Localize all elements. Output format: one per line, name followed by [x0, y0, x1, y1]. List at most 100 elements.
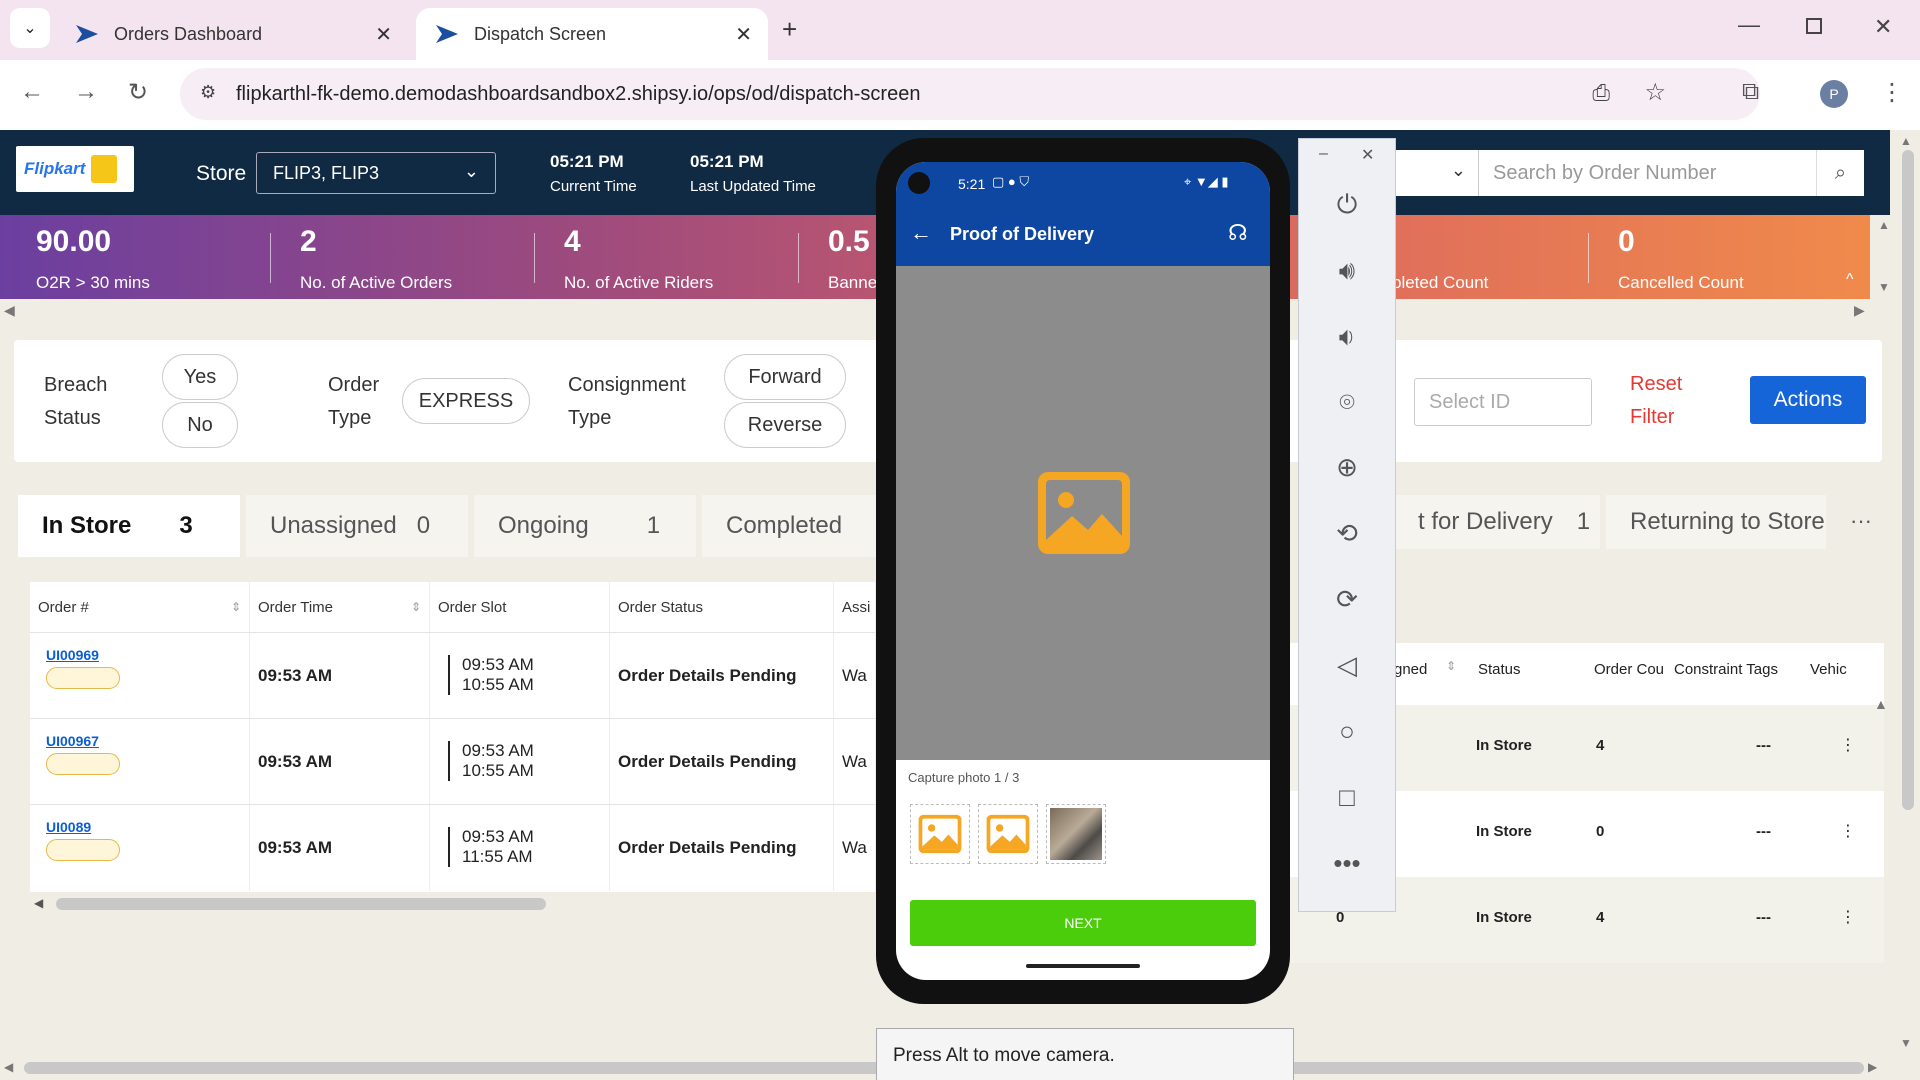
column-header-order[interactable]: Order # ⇕ [30, 582, 250, 632]
order-search-input[interactable]: Search by Order Number [1478, 150, 1816, 196]
install-app-icon[interactable]: ⎙ [1592, 80, 1610, 106]
actions-button[interactable]: Actions [1750, 376, 1866, 424]
next-button[interactable]: NEXT [910, 900, 1256, 946]
scroll-down-arrow-icon[interactable]: ▼ [1878, 280, 1890, 294]
order-slot-cell: 09:53 AM 10:55 AM [430, 633, 610, 719]
sort-icon[interactable]: ⇕ [1446, 659, 1456, 673]
order-link[interactable]: UI00967 [46, 733, 99, 749]
bookmark-star-icon[interactable]: ☆ [1644, 78, 1666, 107]
table-row[interactable]: UI0089 09:53 AM 09:53 AM 11:55 AM Order D… [30, 804, 875, 891]
tab-search-button[interactable]: ⌄ [10, 8, 50, 48]
minimize-emulator-icon[interactable]: – [1319, 145, 1328, 163]
scroll-up-arrow-icon[interactable]: ▲ [1900, 134, 1912, 148]
tab-unassigned[interactable]: Unassigned 0 [246, 495, 468, 557]
photo-thumbnail-1[interactable] [910, 804, 970, 864]
consignment-forward-pill[interactable]: Forward [724, 354, 846, 400]
select-id-input[interactable]: Select ID [1414, 378, 1592, 426]
tab-completed[interactable]: Completed [702, 495, 876, 557]
row-menu-icon[interactable]: ⋮ [1840, 907, 1856, 927]
tab-label: In Store [42, 512, 132, 539]
order-link[interactable]: UI0089 [46, 819, 91, 835]
table-row[interactable]: UI00967 09:53 AM 09:53 AM 10:55 AM Order … [30, 718, 875, 805]
back-icon[interactable]: ← [20, 78, 44, 106]
scroll-left-arrow-icon[interactable]: ◀ [34, 896, 43, 910]
rotate-left-icon[interactable]: ⟲ [1329, 515, 1365, 551]
row-order-count: 4 [1596, 909, 1605, 926]
page-vertical-scrollbar[interactable] [1902, 150, 1914, 810]
status-time: 5:21 [958, 176, 986, 192]
pill-label: EXPRESS [418, 389, 514, 412]
tab-out-for-delivery[interactable]: t for Delivery 1 [1394, 495, 1600, 549]
zoom-icon[interactable]: ⊕ [1329, 449, 1365, 485]
breach-yes-pill[interactable]: Yes [162, 354, 238, 400]
tab-ongoing[interactable]: Ongoing 1 [474, 495, 696, 557]
breach-status-label: Status [44, 407, 101, 429]
order-tag-badge [46, 753, 120, 775]
next-label: NEXT [1064, 915, 1102, 931]
scroll-right-arrow-icon[interactable]: ▶ [1868, 1060, 1877, 1074]
tab-dispatch-screen[interactable]: Dispatch Screen ✕ [416, 8, 768, 60]
forward-icon[interactable]: → [74, 78, 98, 106]
minimize-window-button[interactable]: — [1738, 12, 1760, 38]
scroll-down-arrow-icon[interactable]: ▼ [1900, 1036, 1912, 1050]
scroll-up-arrow-icon[interactable]: ▲ [1874, 696, 1888, 712]
address-bar[interactable]: ⚙ flipkarthl-fk-demo.demodashboardsandbo… [180, 68, 1760, 120]
scroll-up-arrow-icon[interactable]: ▲ [1878, 218, 1890, 232]
close-tab-icon[interactable]: ✕ [375, 22, 392, 47]
header-label: Order # [38, 598, 89, 616]
site-info-icon[interactable]: ⚙ [200, 82, 216, 103]
header-label: Constraint Tags [1674, 661, 1778, 678]
header-label: Order Slot [438, 598, 507, 616]
back-arrow-icon[interactable]: ← [910, 220, 932, 246]
rotate-right-icon[interactable]: ⟳ [1329, 581, 1365, 617]
more-options-icon[interactable]: ••• [1329, 845, 1365, 881]
store-select[interactable]: FLIP3, FLIP3 ⌄ [256, 152, 496, 194]
header-label: Vehic [1810, 661, 1847, 678]
close-tab-icon[interactable]: ✕ [735, 22, 752, 47]
volume-up-icon[interactable]: 🔊︎ [1329, 253, 1365, 289]
scroll-left-arrow-icon[interactable]: ◀ [4, 302, 15, 319]
order-express-pill[interactable]: EXPRESS [402, 378, 530, 424]
search-button[interactable]: ⌕ [1816, 150, 1864, 196]
tab-in-store[interactable]: In Store 3 [18, 495, 240, 557]
photo-thumbnail-3[interactable] [1046, 804, 1106, 864]
table-row[interactable]: UI00969 09:53 AM 09:53 AM 10:55 AM Order … [30, 632, 875, 719]
scroll-left-arrow-icon[interactable]: ◀ [4, 1060, 13, 1074]
headset-support-icon[interactable]: ☊ [1228, 220, 1248, 246]
row-menu-icon[interactable]: ⋮ [1840, 821, 1856, 841]
column-header-order-time[interactable]: Order Time ⇕ [250, 582, 430, 632]
volume-down-icon[interactable]: 🔉︎ [1329, 319, 1365, 355]
profile-avatar[interactable]: P [1820, 80, 1848, 108]
restore-window-button[interactable] [1806, 18, 1822, 34]
new-tab-button[interactable]: + [782, 14, 797, 45]
reload-icon[interactable]: ↻ [128, 78, 148, 107]
power-icon[interactable]: ⏻ [1329, 187, 1365, 223]
overview-nav-icon[interactable]: □ [1329, 779, 1365, 815]
row-menu-icon[interactable]: ⋮ [1840, 735, 1856, 755]
browser-menu-icon[interactable]: ⋮ [1880, 78, 1904, 107]
reset-filter-button[interactable]: Reset Filter [1630, 368, 1682, 434]
tab-orders-dashboard[interactable]: Orders Dashboard ✕ [56, 8, 408, 60]
breach-no-pill[interactable]: No [162, 402, 238, 448]
screen-title: Proof of Delivery [950, 224, 1095, 244]
collapse-caret-icon[interactable]: ^ [1846, 271, 1854, 289]
table-horizontal-scrollbar[interactable] [56, 898, 546, 910]
header-label: Assi [842, 598, 871, 616]
sort-icon[interactable]: ⇕ [411, 600, 421, 614]
tab-returning-to-store[interactable]: Returning to Store [1606, 495, 1826, 549]
scroll-right-arrow-icon[interactable]: ▶ [1854, 302, 1865, 319]
sort-icon[interactable]: ⇕ [231, 600, 241, 614]
close-window-button[interactable]: ✕ [1874, 14, 1892, 40]
row-order-count: 0 [1596, 823, 1605, 840]
home-nav-icon[interactable]: ○ [1329, 713, 1365, 749]
order-link[interactable]: UI00969 [46, 647, 99, 663]
photo-thumbnail-2[interactable] [978, 804, 1038, 864]
camera-icon[interactable]: ⌾ [1329, 385, 1365, 421]
row-tags: --- [1756, 737, 1771, 754]
tab-label: Returning to Store [1630, 508, 1825, 535]
extensions-icon[interactable]: ⧉ [1742, 78, 1759, 106]
more-tabs-icon[interactable]: ··· [1850, 508, 1872, 534]
consignment-reverse-pill[interactable]: Reverse [724, 402, 846, 448]
back-nav-icon[interactable]: ◁ [1329, 647, 1365, 683]
close-emulator-icon[interactable]: ✕ [1361, 145, 1374, 165]
